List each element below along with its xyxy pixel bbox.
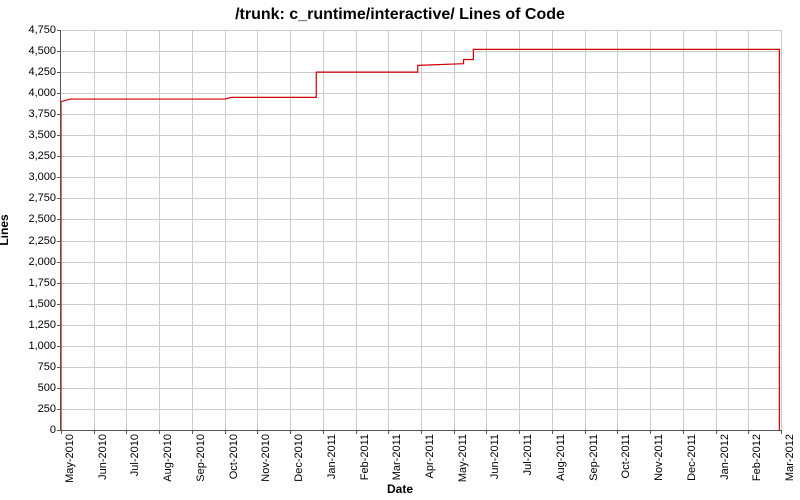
y-tick-label: 3,000 xyxy=(6,171,56,183)
x-tick-mark xyxy=(126,430,127,434)
x-tick-label: Jun-2011 xyxy=(489,434,501,479)
x-tick-label: Dec-2010 xyxy=(293,434,305,482)
x-tick-label: Oct-2010 xyxy=(228,434,240,479)
y-tick-label: 2,250 xyxy=(6,235,56,247)
y-tick-label: 4,000 xyxy=(6,87,56,99)
x-tick-mark xyxy=(290,430,291,434)
x-tick-mark xyxy=(552,430,553,434)
x-tick-label: Jan-2011 xyxy=(326,434,338,479)
x-tick-mark xyxy=(257,430,258,434)
y-tick-label: 500 xyxy=(6,382,56,394)
x-tick-mark xyxy=(356,430,357,434)
gridline-v xyxy=(781,30,782,430)
x-tick-label: Feb-2011 xyxy=(359,434,371,480)
x-tick-label: May-2011 xyxy=(457,434,469,482)
y-tick-label: 1,000 xyxy=(6,340,56,352)
x-tick-mark xyxy=(781,430,782,434)
y-tick-label: 1,500 xyxy=(6,298,56,310)
y-tick-label: 3,500 xyxy=(6,129,56,141)
x-tick-label: Mar-2011 xyxy=(391,434,403,480)
x-axis-label: Date xyxy=(0,482,800,496)
x-tick-label: Mar-2012 xyxy=(784,434,796,481)
y-tick-label: 750 xyxy=(6,361,56,373)
y-tick-label: 250 xyxy=(6,403,56,415)
x-tick-label: Nov-2011 xyxy=(653,434,665,481)
y-tick-label: 4,250 xyxy=(6,66,56,78)
y-tick-label: 2,500 xyxy=(6,213,56,225)
x-tick-label: Apr-2011 xyxy=(424,434,436,478)
y-tick-label: 3,750 xyxy=(6,108,56,120)
x-tick-label: Sep-2011 xyxy=(588,434,600,481)
x-tick-label: Feb-2012 xyxy=(751,434,763,481)
y-tick-label: 0 xyxy=(6,424,56,436)
x-tick-mark xyxy=(454,430,455,434)
x-tick-label: Jan-2012 xyxy=(719,434,731,480)
x-tick-mark xyxy=(716,430,717,434)
y-tick-label: 1,750 xyxy=(6,277,56,289)
x-tick-mark xyxy=(519,430,520,434)
y-tick-label: 2,750 xyxy=(6,192,56,204)
x-tick-label: Jul-2011 xyxy=(522,434,534,475)
x-tick-mark xyxy=(94,430,95,434)
y-tick-label: 4,750 xyxy=(6,24,56,36)
x-tick-label: Jul-2010 xyxy=(129,434,141,476)
line-series xyxy=(61,30,781,430)
y-tick-label: 2,000 xyxy=(6,256,56,268)
x-tick-mark xyxy=(192,430,193,434)
x-tick-mark xyxy=(323,430,324,434)
plot-area xyxy=(60,30,781,431)
x-tick-mark xyxy=(486,430,487,434)
chart-title: /trunk: c_runtime/interactive/ Lines of … xyxy=(0,6,800,24)
x-tick-mark xyxy=(748,430,749,434)
x-tick-mark xyxy=(159,430,160,434)
x-tick-label: Dec-2011 xyxy=(686,434,698,481)
x-tick-label: Nov-2010 xyxy=(260,434,272,482)
y-tick-label: 3,250 xyxy=(6,150,56,162)
x-tick-label: Aug-2011 xyxy=(555,434,567,481)
x-tick-label: Jun-2010 xyxy=(97,434,109,480)
x-tick-mark xyxy=(585,430,586,434)
x-tick-mark xyxy=(650,430,651,434)
x-tick-mark xyxy=(683,430,684,434)
x-tick-label: May-2010 xyxy=(64,434,76,483)
x-tick-label: Oct-2011 xyxy=(620,434,632,478)
x-tick-mark xyxy=(225,430,226,434)
x-tick-mark xyxy=(421,430,422,434)
x-tick-mark xyxy=(61,430,62,434)
x-tick-mark xyxy=(388,430,389,434)
x-tick-mark xyxy=(617,430,618,434)
y-tick-label: 4,500 xyxy=(6,45,56,57)
x-tick-label: Aug-2010 xyxy=(162,434,174,482)
x-tick-label: Sep-2010 xyxy=(195,434,207,482)
y-tick-label: 1,250 xyxy=(6,319,56,331)
chart-container: /trunk: c_runtime/interactive/ Lines of … xyxy=(0,0,800,500)
